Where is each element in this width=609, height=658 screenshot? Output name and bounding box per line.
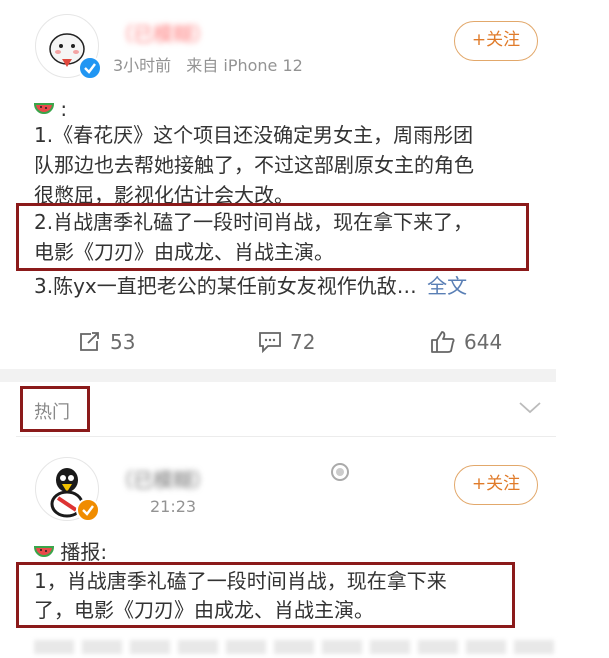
post-source: 来自 iPhone 12 bbox=[186, 56, 303, 75]
post-meta: 3小时前 来自 iPhone 12 bbox=[113, 52, 303, 76]
follow-button-2[interactable]: +关注 bbox=[454, 465, 538, 505]
post2-line-1: 1，肖战唐季礼磕了一段时间肖战，现在拿下来 bbox=[34, 569, 447, 593]
watermelon-icon bbox=[33, 97, 60, 121]
chevron-down-icon[interactable] bbox=[518, 400, 542, 419]
verified-icon-2 bbox=[76, 498, 100, 522]
post-line-1: 1.《春花厌》这个项目还没确定男女主，周雨彤团 bbox=[34, 123, 474, 147]
hot-label[interactable]: 热门 bbox=[34, 398, 70, 424]
section-header-line bbox=[16, 436, 556, 437]
post-line-2: 队那边也去帮她接触了，不过这部剧原女主的角色 bbox=[34, 153, 474, 177]
post-line-4: 2.肖战唐季礼磕了一段时间肖战，现在拿下来了， bbox=[34, 210, 474, 234]
post-line-5: 电影《刀刃》由成龙、肖战主演。 bbox=[34, 240, 334, 264]
repost-icon bbox=[80, 332, 99, 351]
comment-button[interactable]: 72 bbox=[258, 330, 315, 354]
section-divider bbox=[0, 369, 556, 382]
post2-line-2: 了，电影《刀刃》由成龙、肖战主演。 bbox=[34, 598, 374, 622]
follow-button[interactable]: +关注 bbox=[454, 21, 538, 61]
post-line-6: 3.陈yx一直把老公的某任前女友视作仇敌… bbox=[34, 274, 417, 298]
author-name[interactable]: （已模糊） bbox=[113, 18, 213, 47]
post-line-6-wrap: 3.陈yx一直把老公的某任前女友视作仇敌… 全文 bbox=[34, 271, 467, 301]
repost-count: 53 bbox=[110, 330, 136, 354]
post-time: 3小时前 bbox=[113, 56, 172, 75]
full-text-link[interactable]: 全文 bbox=[427, 274, 467, 298]
comment-count: 72 bbox=[290, 330, 316, 354]
watermelon-icon-2 bbox=[33, 540, 60, 564]
verified-icon bbox=[78, 56, 102, 80]
like-count: 644 bbox=[464, 330, 503, 354]
member-badge-icon bbox=[330, 462, 350, 486]
like-button[interactable]: 644 bbox=[430, 330, 502, 354]
repost-button[interactable]: 53 bbox=[78, 330, 135, 354]
post2-next-line bbox=[34, 640, 554, 654]
like-icon bbox=[431, 331, 455, 353]
author-name-2[interactable]: （已模糊） bbox=[113, 464, 213, 493]
intro-text: : bbox=[60, 97, 68, 121]
intro-text-2: 播报: bbox=[60, 540, 108, 564]
comment-icon bbox=[259, 332, 281, 353]
post-time-2: 21:23 bbox=[150, 497, 197, 516]
